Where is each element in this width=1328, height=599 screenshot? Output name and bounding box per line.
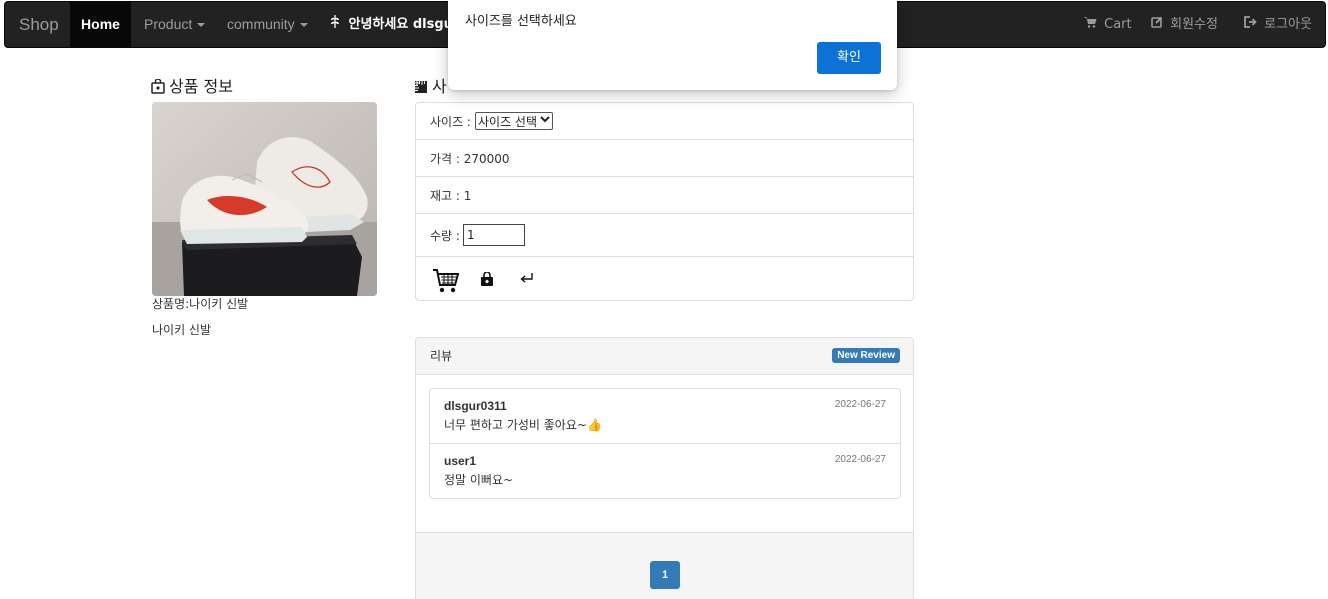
product-info-title: 상품 정보 (151, 73, 233, 98)
alert-message: 사이즈를 선택하세요 (465, 14, 577, 29)
new-review-button[interactable]: New Review (832, 348, 900, 363)
pagination-footer: 1 (416, 532, 913, 599)
product-info-title-text: 상품 정보 (169, 77, 233, 96)
nav-cart-label: Cart (1104, 17, 1132, 32)
option-panel: 사이즈 : 사이즈 선택 가격 : 270000 재고 : 1 수량 : 1 (415, 102, 914, 301)
back-icon[interactable] (519, 272, 534, 289)
review-title: 리뷰 (430, 349, 453, 363)
stock-row: 재고 : 1 (416, 177, 913, 214)
review-text: 정말 이뻐요~ (444, 473, 514, 487)
grain-icon (330, 15, 345, 32)
nav-product-label: Product (144, 16, 193, 32)
ruler-icon (414, 79, 428, 98)
logout-icon (1244, 16, 1261, 32)
size-select-value: 사이즈 선택 (477, 114, 537, 129)
product-description: 나이키 신발 (152, 323, 212, 337)
nav-product-dropdown[interactable]: Product (144, 2, 206, 47)
quantity-label: 수량 : (430, 228, 460, 243)
size-select[interactable]: 사이즈 선택 (474, 112, 553, 130)
product-image (152, 102, 377, 296)
caret-down-icon (299, 23, 308, 28)
nav-cart[interactable]: Cart (1084, 2, 1132, 47)
options-title: 사 (414, 73, 447, 98)
review-panel: 리뷰 New Review dlsgur0311 2022-06-27 너무 편… (415, 337, 914, 599)
add-to-cart-icon[interactable] (432, 267, 460, 299)
nav-edit-member-label: 회원수정 (1170, 17, 1218, 32)
review-item: dlsgur0311 2022-06-27 너무 편하고 가성비 좋아요~👍 (430, 389, 900, 444)
nav-logout[interactable]: 로그아웃 (1244, 2, 1312, 47)
nav-logout-label: 로그아웃 (1264, 17, 1312, 32)
review-date: 2022-06-27 (834, 399, 886, 410)
nav-community-dropdown[interactable]: community (227, 2, 308, 47)
page-1-button[interactable]: 1 (650, 561, 680, 589)
shopping-bag-icon (151, 78, 165, 98)
price-text: 가격 : 270000 (430, 151, 510, 166)
action-row (416, 258, 913, 301)
nav-edit-member[interactable]: 회원수정 (1151, 2, 1218, 47)
quantity-row: 수량 : 1 (416, 214, 913, 257)
review-user: user1 (444, 454, 477, 468)
review-list: dlsgur0311 2022-06-27 너무 편하고 가성비 좋아요~👍 u… (429, 388, 901, 499)
caret-down-icon (197, 23, 206, 28)
review-header: 리뷰 New Review (416, 338, 913, 375)
review-date: 2022-06-27 (834, 454, 886, 465)
buy-now-icon[interactable] (480, 271, 494, 291)
alert-ok-button[interactable]: 확인 (817, 42, 881, 74)
price-row: 가격 : 270000 (416, 140, 913, 177)
size-label: 사이즈 : (430, 114, 471, 129)
review-text: 너무 편하고 가성비 좋아요~👍 (444, 418, 602, 432)
brand-link[interactable]: Shop (19, 15, 59, 35)
edit-icon (1151, 16, 1167, 32)
chevron-down-icon (540, 116, 550, 126)
stock-text: 재고 : 1 (430, 188, 472, 203)
review-user: dlsgur0311 (444, 399, 507, 413)
review-item: user1 2022-06-27 정말 이뻐요~ (430, 444, 900, 499)
alert-dialog: 사이즈를 선택하세요 확인 (448, 0, 897, 90)
product-name: 상품명:나이키 신발 (152, 297, 249, 311)
quantity-input[interactable]: 1 (462, 224, 525, 246)
cart-icon (1084, 17, 1101, 32)
options-title-text: 사 (432, 77, 447, 96)
nav-community-label: community (227, 16, 295, 32)
size-row: 사이즈 : 사이즈 선택 (416, 103, 913, 140)
nav-home[interactable]: Home (70, 2, 131, 47)
